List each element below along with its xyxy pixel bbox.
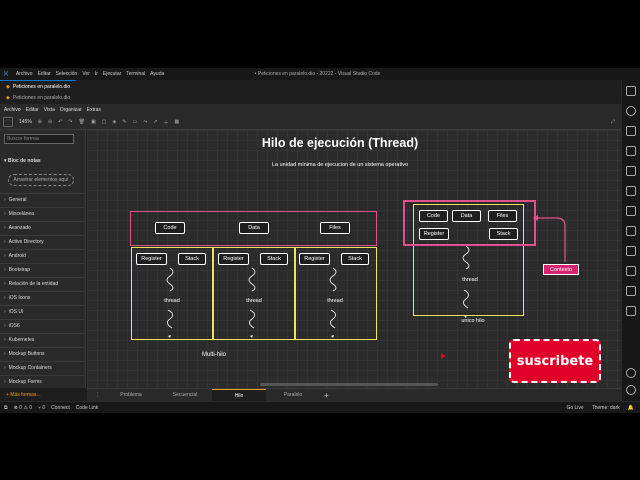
code-link-button[interactable]: Code Link (76, 405, 99, 411)
single-thread-label[interactable]: thread (448, 277, 492, 283)
page-tab-hilo[interactable]: Hilo (212, 388, 266, 402)
ports-indicator[interactable]: ⑂ 0 (38, 405, 45, 411)
live-share-icon[interactable] (626, 306, 636, 316)
thread-label-2[interactable]: thread (232, 298, 276, 304)
activity-bar (621, 80, 640, 401)
subscribe-button[interactable]: suscribete (509, 339, 601, 383)
database-icon[interactable] (626, 246, 636, 256)
settings-gear-icon[interactable] (626, 385, 636, 395)
squiggle-2a (248, 267, 256, 292)
squiggle-3a (329, 267, 337, 292)
squiggle-3b (330, 309, 336, 329)
remote-explorer-icon[interactable] (626, 186, 636, 196)
multi-thread-caption[interactable]: Multi-hilo (190, 352, 238, 358)
explorer-icon[interactable] (626, 86, 636, 96)
status-bar: ⧉ ⊗ 0 ⚠ 0 ⑂ 0 Connect Code Link Go Live … (0, 401, 640, 413)
docker-icon[interactable] (626, 226, 636, 236)
squiggle-1a (166, 267, 174, 292)
squiggle-1b (167, 309, 173, 329)
squiggle-2b (249, 309, 255, 329)
single-thread-caption[interactable]: unico hilo (448, 318, 498, 324)
squiggle-arrow-3 (331, 335, 334, 338)
single-data-box[interactable]: Data (452, 210, 481, 222)
theme-indicator[interactable]: Theme: dark (592, 405, 620, 411)
connect-button[interactable]: Connect (51, 405, 70, 411)
canvas-horizontal-scrollbar[interactable] (260, 383, 438, 386)
single-stack-box[interactable]: Stack (489, 228, 518, 240)
account-icon[interactable] (626, 368, 636, 378)
thread-label-3[interactable]: thread (313, 298, 357, 304)
page-tab-bar: ⋮ Problema Secuencial Hilo Paralelo + (87, 388, 621, 402)
git-graph-icon[interactable] (626, 266, 636, 276)
page-tab-secuencial[interactable]: Secuencial (158, 392, 212, 398)
extensions-icon[interactable] (626, 166, 636, 176)
cursor-arrow-icon (441, 353, 446, 359)
squiggle-arrow-2 (250, 335, 253, 338)
context-arrow (534, 217, 566, 262)
bookmarks-icon[interactable] (626, 286, 636, 296)
single-register-box[interactable]: Register (419, 228, 449, 240)
notifications-bell-icon[interactable]: 🔔 (628, 405, 634, 411)
thread-label-1[interactable]: thread (150, 298, 194, 304)
single-code-box[interactable]: Code (419, 210, 448, 222)
testing-icon[interactable] (626, 206, 636, 216)
problems-indicator[interactable]: ⊗ 0 ⚠ 0 (14, 405, 32, 411)
remote-icon[interactable]: ⧉ (4, 405, 8, 411)
source-control-icon[interactable] (626, 126, 636, 136)
page-tab-paralelo[interactable]: Paralelo (266, 392, 320, 398)
page-tab-problema[interactable]: Problema (104, 392, 158, 398)
run-debug-icon[interactable] (626, 146, 636, 156)
context-label[interactable]: Contexto (543, 264, 579, 275)
search-icon[interactable] (626, 106, 636, 116)
page-menu-icon[interactable]: ⋮ (95, 392, 100, 398)
more-shapes-link[interactable]: + Más formas... (6, 392, 41, 398)
squiggle-arrow-1 (168, 335, 171, 338)
go-live-button[interactable]: Go Live (566, 405, 583, 411)
single-files-box[interactable]: Files (488, 210, 517, 222)
add-page-button[interactable]: + (324, 391, 329, 400)
